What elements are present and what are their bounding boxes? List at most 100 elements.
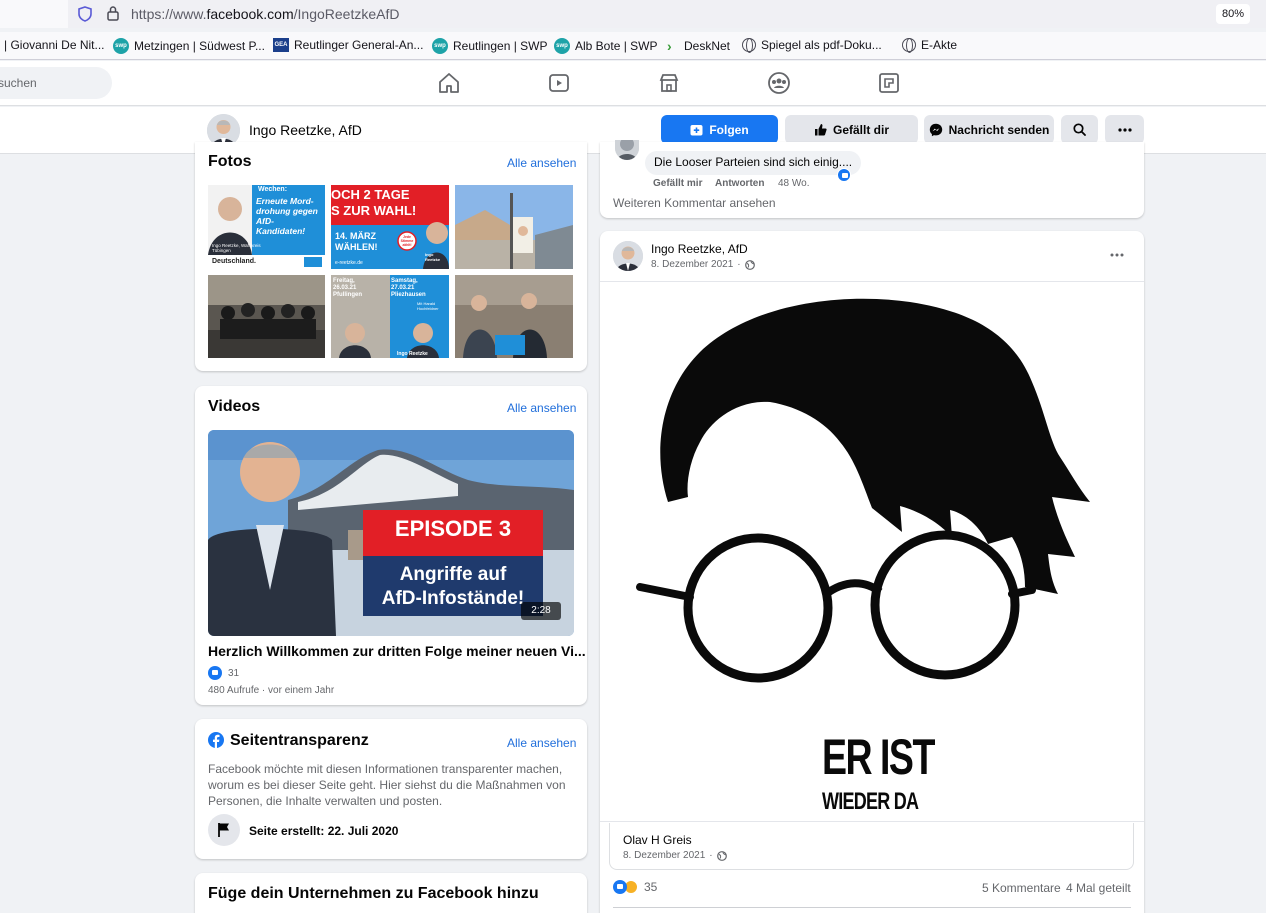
photo-3[interactable] bbox=[455, 185, 573, 269]
post-image[interactable]: ER IST WIEDER DA bbox=[600, 281, 1144, 822]
video-caption[interactable]: Herzlich Willkommen zur dritten Folge me… bbox=[208, 643, 586, 659]
facebook-logo-icon bbox=[208, 732, 224, 748]
transparency-card: Seitentransparenz Alle ansehen Facebook … bbox=[195, 719, 587, 859]
gaming-icon[interactable] bbox=[877, 71, 901, 95]
video-meta: 480 Aufrufe · vor einem Jahr bbox=[208, 685, 335, 696]
profile-photo-icon bbox=[613, 241, 643, 271]
photo-1-footer-text: Deutschland. bbox=[212, 258, 256, 265]
photo-5-caption-text: Mit Harald Hochfeldner bbox=[417, 301, 439, 311]
photo-4[interactable] bbox=[208, 275, 325, 358]
shared-source-box[interactable]: Olav H Greis 8. Dezember 2021 · bbox=[609, 823, 1134, 870]
chevron-right-icon: › bbox=[667, 38, 672, 54]
send-message-button[interactable]: Nachricht senden bbox=[924, 115, 1054, 144]
groups-icon[interactable] bbox=[767, 71, 791, 95]
bookmark-spiegel-pdf[interactable]: Spiegel als pdf-Doku... bbox=[742, 38, 882, 53]
post-more-dots-icon[interactable] bbox=[1110, 253, 1124, 257]
photo-2-line3-text: 14. MÄRZ bbox=[335, 231, 377, 241]
post-shares-count[interactable]: 4 Mal geteilt bbox=[1066, 881, 1131, 895]
post-card: Ingo Reetzke, AfD 8. Dezember 2021 · ER … bbox=[600, 231, 1144, 913]
post-reactions[interactable]: 35 bbox=[613, 880, 657, 894]
bookmark-alb-bote[interactable]: swp Alb Bote | SWP bbox=[554, 38, 657, 54]
bookmark-label: Metzingen | Südwest P... bbox=[134, 39, 265, 53]
commenter-avatar[interactable] bbox=[615, 140, 639, 160]
transparency-see-all-link[interactable]: Alle ansehen bbox=[507, 736, 576, 750]
zoom-level[interactable]: 80% bbox=[1216, 4, 1250, 24]
photo-6[interactable] bbox=[455, 275, 573, 358]
like-page-button[interactable]: Gefällt dir bbox=[785, 115, 918, 144]
post-comments-count[interactable]: 5 Kommentare bbox=[982, 881, 1061, 895]
post-author-avatar[interactable] bbox=[613, 241, 643, 271]
photo-1[interactable]: Wechen: Erneute Mord-drohung gegen AfD-K… bbox=[208, 185, 325, 269]
transparency-text: Facebook möchte mit diesen Informationen… bbox=[208, 762, 566, 808]
transparency-title: Seitentransparenz bbox=[230, 732, 369, 749]
like-reaction-icon bbox=[613, 880, 627, 894]
shared-author-name[interactable]: Olav H Greis bbox=[623, 833, 692, 847]
lock-icon[interactable] bbox=[106, 5, 120, 21]
bookmarks-bar: | Giovanni De Nit... swp Metzingen | Südw… bbox=[0, 32, 1266, 60]
photo-5[interactable]: Freitag, 26.03.21 Pfullingen Samstag, 27… bbox=[331, 275, 449, 358]
page-name[interactable]: Ingo Reetzke, AfD bbox=[249, 122, 362, 138]
browser-url-bar: https://www.facebook.com/IngoReetzkeAfD … bbox=[0, 0, 1266, 28]
photo-2-url-text: e-reetzke.de bbox=[335, 260, 363, 266]
comment-like-reaction-icon bbox=[837, 168, 851, 182]
swp-logo-icon: swp bbox=[113, 38, 129, 54]
videos-see-all-link[interactable]: Alle ansehen bbox=[507, 401, 576, 415]
url-text[interactable]: https://www.facebook.com/IngoReetzkeAfD bbox=[131, 6, 399, 22]
photos-see-all-link[interactable]: Alle ansehen bbox=[507, 156, 576, 170]
photo-1-lead-text: Wechen: bbox=[258, 186, 288, 193]
bookmark-reutlinger-general-anzeiger[interactable]: GEA Reutlinger General-An... bbox=[273, 38, 423, 52]
video-duration: 2:28 bbox=[521, 602, 561, 620]
marketplace-icon[interactable] bbox=[657, 71, 681, 95]
post-date[interactable]: 8. Dezember 2021 bbox=[651, 259, 733, 270]
bookmark-label: Alb Bote | SWP bbox=[575, 39, 658, 53]
bookmark-reutlingen-swp[interactable]: swp Reutlingen | SWP bbox=[432, 38, 548, 54]
photo-5-right-text: Samstag, 27.03.21 Pliezhausen bbox=[391, 278, 426, 298]
video-icon[interactable] bbox=[547, 71, 571, 95]
photo-1-name-text: Ingo Reetzke, Wahlkreis Tübingen bbox=[212, 243, 261, 253]
comment-age[interactable]: 48 Wo. bbox=[778, 178, 810, 189]
follow-label: Folgen bbox=[709, 122, 749, 137]
post-meta: 8. Dezember 2021 · bbox=[651, 259, 755, 270]
globe-icon bbox=[744, 259, 755, 270]
tracking-shield-icon[interactable] bbox=[78, 6, 92, 22]
photos-title: Fotos bbox=[208, 153, 252, 170]
more-dots-icon bbox=[1117, 127, 1132, 132]
messenger-icon bbox=[929, 123, 942, 136]
follow-button[interactable]: Folgen bbox=[661, 115, 778, 144]
gea-logo-icon: GEA bbox=[273, 38, 289, 52]
photo-5-footer-text: Ingo Reetzke bbox=[397, 351, 428, 357]
home-icon[interactable] bbox=[437, 71, 461, 95]
post-image-text-line1: ER IST bbox=[822, 729, 935, 785]
bookmark-label: Spiegel als pdf-Doku... bbox=[761, 38, 882, 52]
thumbs-up-icon bbox=[814, 124, 827, 136]
url-path: /IngoReetzkeAfD bbox=[293, 6, 400, 22]
meta-separator: · bbox=[709, 850, 713, 861]
bookmark-giovanni[interactable]: | Giovanni De Nit... bbox=[4, 38, 105, 52]
post-divider bbox=[613, 907, 1131, 908]
globe-icon bbox=[742, 38, 756, 53]
search-page-button[interactable] bbox=[1061, 115, 1098, 144]
previous-post-comments: Die Looser Parteien sind sich einig.... … bbox=[600, 140, 1144, 218]
bookmark-e-akte[interactable]: E-Akte bbox=[902, 38, 957, 53]
post-author-name[interactable]: Ingo Reetzke, AfD bbox=[651, 242, 748, 256]
photo-6-image bbox=[455, 275, 573, 358]
comment-bubble[interactable]: Die Looser Parteien sind sich einig.... bbox=[645, 151, 862, 175]
video-reactions[interactable]: 31 bbox=[208, 666, 239, 680]
swp-logo-icon: swp bbox=[432, 38, 448, 54]
video-thumbnail[interactable]: EPISODE 3 Angriffe auf AfD-Infostände! 2… bbox=[208, 430, 574, 636]
bookmark-label: DeskNet bbox=[684, 39, 731, 53]
bookmark-desknet[interactable]: › DeskNet bbox=[667, 38, 730, 54]
more-comments-link[interactable]: Weiteren Kommentar ansehen bbox=[613, 196, 776, 210]
video-likes-count: 31 bbox=[228, 667, 240, 679]
photo-2-line4-text: WÄHLEN! bbox=[335, 242, 378, 252]
comment-reply-link[interactable]: Antworten bbox=[715, 178, 764, 189]
more-options-button[interactable] bbox=[1105, 115, 1144, 144]
like-page-label: Gefällt dir bbox=[832, 122, 889, 137]
post-reactions-count: 35 bbox=[644, 880, 658, 894]
comment-like-link[interactable]: Gefällt mir bbox=[653, 178, 702, 189]
shared-date[interactable]: 8. Dezember 2021 bbox=[623, 850, 705, 861]
like-reaction-icon bbox=[208, 666, 222, 680]
bookmark-metzingen[interactable]: swp Metzingen | Südwest P... bbox=[113, 38, 265, 54]
photo-2[interactable]: OCH 2 TAGE S ZUR WAHL! 14. MÄRZ WÄHLEN! … bbox=[331, 185, 449, 269]
search-input[interactable]: suchen bbox=[0, 67, 112, 99]
